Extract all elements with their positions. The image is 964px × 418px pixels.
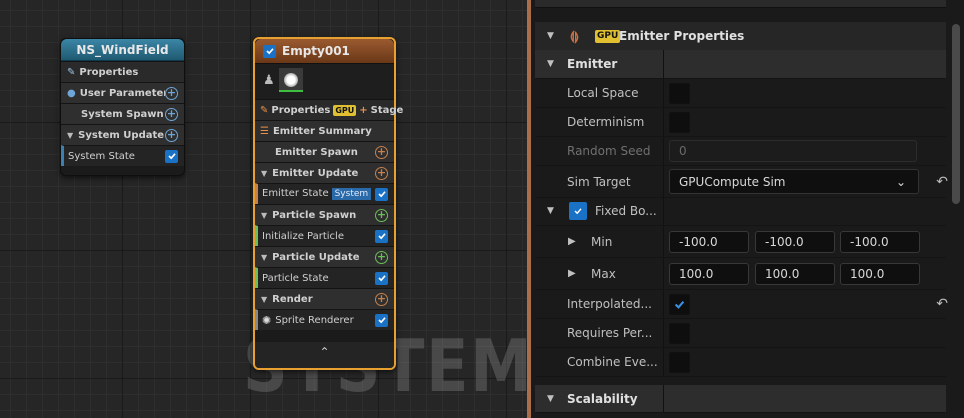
emitter-enabled-checkbox[interactable] xyxy=(263,44,276,58)
expand-arrow-icon[interactable]: ▶ xyxy=(568,236,576,247)
add-emitter-spawn-module-button[interactable]: + xyxy=(375,145,388,159)
min-z-field[interactable]: -100.0 xyxy=(840,230,920,253)
fixed-bounds-row: ▼ Fixed Bo... xyxy=(535,197,946,226)
add-emitter-update-module-button[interactable]: + xyxy=(375,166,388,180)
interpolated-row: Interpolated... ↶ xyxy=(535,290,948,319)
chevron-down-icon: ⌄ xyxy=(895,174,906,189)
particle-spawn-row[interactable]: ▼ Particle Spawn + xyxy=(255,204,394,225)
collapse-arrow-icon[interactable]: ▼ xyxy=(67,131,73,140)
determinism-row: Determinism xyxy=(535,108,946,137)
collapse-arrow-icon[interactable]: ▼ xyxy=(261,295,267,304)
emitter-node-title[interactable]: Empty001 xyxy=(255,39,394,63)
emitter-summary-row[interactable]: ☰ Emitter Summary xyxy=(255,120,394,141)
add-user-parameter-button[interactable]: + xyxy=(165,86,178,100)
add-system-update-module-button[interactable]: + xyxy=(165,128,178,142)
emitter-stats-icon: ♟ xyxy=(263,73,275,88)
niagara-graph-canvas[interactable]: SYSTEM NS_WindField ✎ Properties ● User … xyxy=(0,0,527,418)
max-row: ▶ Max 100.0 100.0 100.0 xyxy=(535,258,946,290)
emitter-update-row[interactable]: ▼ Emitter Update + xyxy=(255,162,394,183)
reset-to-default-icon[interactable]: ↶ xyxy=(936,174,948,190)
particle-state-enabled-checkbox[interactable] xyxy=(375,271,388,285)
random-seed-field: 0 xyxy=(669,140,917,162)
user-icon: ● xyxy=(67,87,76,99)
emitter-thumbnail[interactable] xyxy=(279,68,303,92)
emitter-spawn-row[interactable]: Emitter Spawn + xyxy=(255,141,394,162)
system-properties-row[interactable]: ✎ Properties xyxy=(61,61,184,82)
pencil-icon: ✎ xyxy=(67,66,76,78)
system-badge: System xyxy=(331,188,372,200)
emitter-node[interactable]: Empty001 ♟ ✎ Properties GPU + Stage ☰ Em… xyxy=(253,37,403,370)
chevron-up-icon: ⌃ xyxy=(319,345,330,359)
sprite-renderer-enabled-checkbox[interactable] xyxy=(375,313,388,327)
system-state-module[interactable]: System State xyxy=(61,145,184,166)
max-y-field[interactable]: 100.0 xyxy=(755,262,835,285)
user-parameters-row[interactable]: ● User Parameters + xyxy=(61,82,184,103)
emitter-properties-row[interactable]: ✎ Properties GPU + Stage xyxy=(255,99,403,120)
sprite-renderer-item[interactable]: ✺ Sprite Renderer xyxy=(255,309,394,330)
collapse-arrow-icon[interactable]: ▼ xyxy=(547,206,554,216)
pencil-icon: ✎ xyxy=(260,104,269,116)
emitter-properties-section[interactable]: ▼ ⟬⟭ GPU Emitter Properties xyxy=(535,22,946,51)
fixed-bounds-checkbox[interactable] xyxy=(569,202,587,220)
collapse-arrow-icon[interactable]: ▼ xyxy=(261,169,267,178)
collapse-arrow-icon[interactable]: ▼ xyxy=(547,31,554,41)
collapse-node-button[interactable]: ⌃ xyxy=(255,342,394,368)
stage-button[interactable]: Stage xyxy=(371,105,404,116)
reset-to-default-icon[interactable]: ↶ xyxy=(936,296,948,312)
add-particle-spawn-module-button[interactable]: + xyxy=(375,208,388,222)
collapse-arrow-icon[interactable]: ▼ xyxy=(261,211,267,220)
interpolated-checkbox[interactable] xyxy=(669,293,690,315)
particle-state-module[interactable]: Particle State xyxy=(255,267,394,288)
combine-eve-row: Combine Eve... xyxy=(535,348,946,377)
system-node[interactable]: NS_WindField ✎ Properties ● User Paramet… xyxy=(60,38,185,176)
add-stage-icon[interactable]: + xyxy=(359,105,367,116)
local-space-checkbox[interactable] xyxy=(669,82,690,104)
collapse-arrow-icon[interactable]: ▼ xyxy=(261,253,267,262)
requires-per-row: Requires Per... xyxy=(535,319,946,348)
sprite-preview-icon xyxy=(284,73,298,87)
system-node-title[interactable]: NS_WindField xyxy=(61,39,184,61)
emitter-thumbnail-area: ♟ xyxy=(255,63,394,99)
details-panel: ▼ ⟬⟭ GPU Emitter Properties ▼ Emitter Lo… xyxy=(527,0,964,418)
min-x-field[interactable]: -100.0 xyxy=(669,230,749,253)
scalability-category[interactable]: ▼ Scalability xyxy=(535,385,946,413)
combine-eve-checkbox[interactable] xyxy=(669,351,690,373)
determinism-checkbox[interactable] xyxy=(669,111,690,133)
sim-target-row: Sim Target GPUCompute Sim ⌄ ↶ xyxy=(535,166,948,198)
emitter-category[interactable]: ▼ Emitter xyxy=(535,50,946,79)
min-y-field[interactable]: -100.0 xyxy=(755,230,835,253)
min-row: ▶ Min -100.0 -100.0 -100.0 xyxy=(535,226,946,258)
emitter-state-module[interactable]: Emitter State System xyxy=(255,183,394,204)
sprite-burst-icon: ✺ xyxy=(262,313,272,327)
panel-scrollbar[interactable] xyxy=(952,24,960,204)
add-system-spawn-module-button[interactable]: + xyxy=(165,107,178,121)
local-space-row: Local Space xyxy=(535,79,946,108)
collapse-arrow-icon[interactable]: ▼ xyxy=(547,59,554,69)
gpu-icon: GPU xyxy=(595,29,621,43)
sim-target-dropdown[interactable]: GPUCompute Sim ⌄ xyxy=(669,169,919,194)
system-spawn-row[interactable]: System Spawn + xyxy=(61,103,184,124)
max-z-field[interactable]: 100.0 xyxy=(840,262,920,285)
add-renderer-button[interactable]: + xyxy=(375,292,388,306)
system-update-row[interactable]: ▼ System Update + xyxy=(61,124,184,145)
emitter-state-enabled-checkbox[interactable] xyxy=(375,187,388,201)
add-particle-update-module-button[interactable]: + xyxy=(375,250,388,264)
max-x-field[interactable]: 100.0 xyxy=(669,262,749,285)
particle-update-row[interactable]: ▼ Particle Update + xyxy=(255,246,394,267)
requires-per-checkbox[interactable] xyxy=(669,322,690,344)
emitter-properties-icon: ⟬⟭ xyxy=(570,28,579,43)
list-icon: ☰ xyxy=(260,125,269,137)
gpu-icon: GPU xyxy=(333,104,357,116)
panel-top-strip xyxy=(535,0,946,8)
collapse-arrow-icon[interactable]: ▼ xyxy=(547,394,554,404)
initialize-particle-enabled-checkbox[interactable] xyxy=(375,229,388,243)
expand-arrow-icon[interactable]: ▶ xyxy=(568,268,576,279)
random-seed-row: Random Seed 0 xyxy=(535,137,946,166)
system-state-enabled-checkbox[interactable] xyxy=(165,149,178,163)
render-row[interactable]: ▼ Render + xyxy=(255,288,394,309)
initialize-particle-module[interactable]: Initialize Particle xyxy=(255,225,394,246)
